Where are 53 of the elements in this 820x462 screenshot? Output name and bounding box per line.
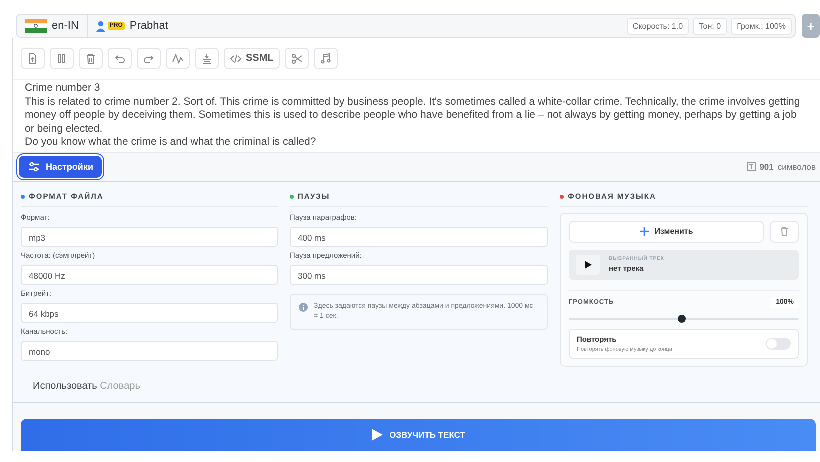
input-field[interactable]: mono <box>21 340 278 361</box>
toolbar-button[interactable] <box>195 48 219 69</box>
input-field[interactable]: 48000 Hz <box>21 264 278 285</box>
pause-icon <box>56 52 68 64</box>
slider-thumb[interactable] <box>678 314 686 323</box>
setting-chip[interactable]: Скорость: 1.0 <box>626 18 690 34</box>
sliders-icon <box>28 162 40 172</box>
plus-icon <box>640 227 649 236</box>
toolbar-button[interactable] <box>314 48 338 69</box>
toolbar-button[interactable] <box>284 48 309 69</box>
setting-chip[interactable]: Тон: 0 <box>693 18 728 34</box>
ssml-button[interactable]: SSML <box>224 48 280 69</box>
character-count: 901 <box>760 162 774 172</box>
input-field[interactable]: 64 kbps <box>21 302 278 323</box>
wave-icon <box>172 52 184 64</box>
flag-icon <box>25 19 47 33</box>
align-icon <box>201 52 213 64</box>
character-count-unit: символов <box>778 162 816 172</box>
input-field[interactable]: mp3 <box>21 226 278 247</box>
repeat-toggle[interactable] <box>766 338 791 350</box>
scissors-icon <box>290 52 303 64</box>
trash-icon <box>85 52 97 64</box>
toolbar-button[interactable] <box>137 48 161 69</box>
code-icon <box>230 52 242 64</box>
text-paragraph: Do you know what the crime is and what the criminal is called? <box>25 136 318 150</box>
play-icon <box>372 428 383 441</box>
delete-button[interactable] <box>770 220 799 243</box>
text-icon <box>746 162 756 172</box>
toolbar-button[interactable] <box>166 48 190 69</box>
play-button[interactable] <box>576 254 600 275</box>
input-field[interactable]: 400 ms <box>290 226 548 247</box>
text-paragraph: Crime number 3 <box>25 82 102 96</box>
undo-icon <box>114 52 126 64</box>
settings-button[interactable]: Настройки <box>19 156 102 178</box>
toolbar-button[interactable] <box>79 48 103 69</box>
trash-icon <box>780 227 789 236</box>
toolbar-button[interactable] <box>50 48 74 69</box>
user-icon <box>96 20 106 32</box>
input-field[interactable]: 300 ms <box>290 264 548 285</box>
change-button[interactable]: Изменить <box>569 220 764 243</box>
toolbar-button[interactable] <box>21 48 45 69</box>
language-selector[interactable]: en-IN <box>17 15 88 37</box>
info-icon <box>299 302 308 312</box>
dictionary-label: Использовать <box>33 380 98 392</box>
speak-button[interactable]: ОЗВУЧИТЬ ТЕКСТ <box>21 418 816 451</box>
user-name: Prabhat <box>130 20 168 32</box>
music-note-icon <box>320 52 332 64</box>
redo-icon <box>143 52 155 64</box>
document-icon <box>27 52 39 64</box>
setting-chip[interactable]: Громк.: 100% <box>731 18 792 34</box>
play-icon <box>584 260 592 269</box>
text-paragraph: This is related to crime number 2. Sort of. This crime is committed by business people. It's sometimes called a white-collar crime. Technically, the crime involves getting money off people by deceiving them. Sometimes this is used to describe people who have benefited from a lie – not always by getting money, perhaps by getting a job or being elected. <box>25 96 802 136</box>
toolbar-button[interactable] <box>108 48 132 69</box>
